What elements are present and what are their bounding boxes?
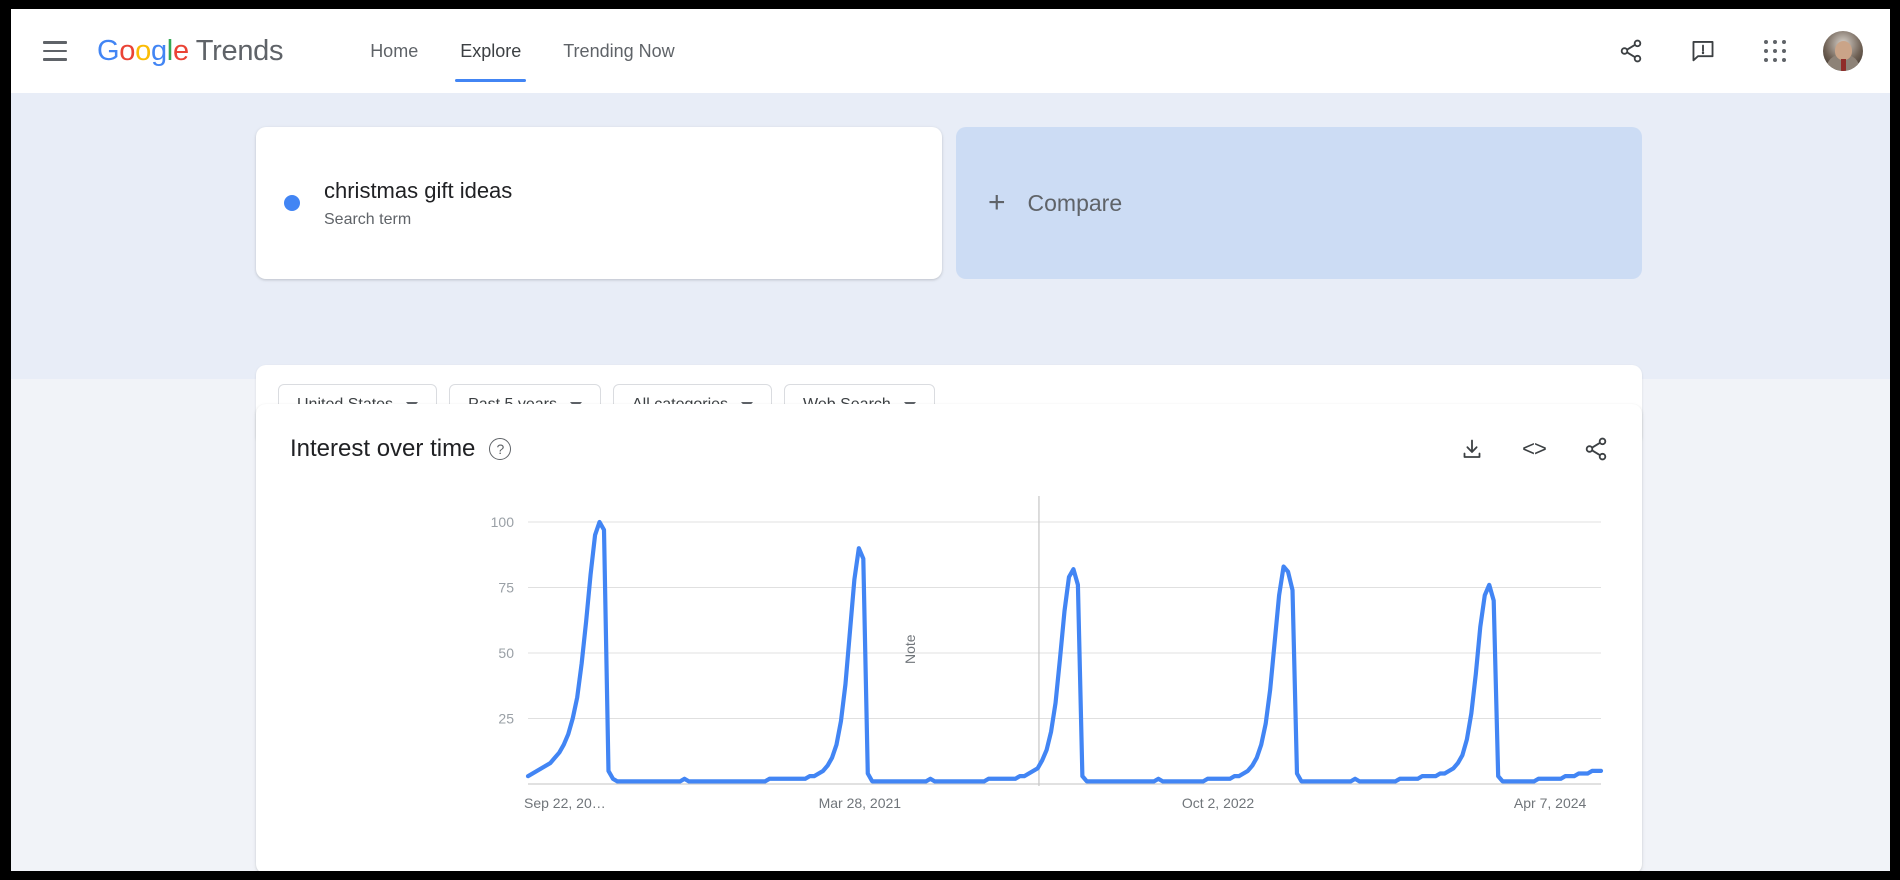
- product-name: Trends: [196, 35, 283, 68]
- compare-label: Compare: [1028, 190, 1123, 217]
- screenshot-root: Google Trends Home Explore Trending Now: [0, 0, 1900, 880]
- help-icon[interactable]: ?: [489, 438, 511, 460]
- download-icon[interactable]: [1448, 425, 1496, 473]
- x-axis-tick-label: Mar 28, 2021: [819, 795, 902, 811]
- feedback-icon[interactable]: [1679, 27, 1727, 75]
- share-chart-icon[interactable]: [1572, 425, 1620, 473]
- y-axis-tick-label: 75: [498, 580, 514, 596]
- top-bar-actions: [1607, 27, 1890, 75]
- main-navigation: Home Explore Trending Now: [349, 9, 695, 93]
- x-axis-tick-label: Apr 7, 2024: [1514, 795, 1586, 811]
- query-cards-row: christmas gift ideas Search term + Compa…: [256, 127, 1642, 279]
- query-section: christmas gift ideas Search term + Compa…: [11, 93, 1890, 379]
- y-axis-tick-label: 50: [498, 645, 514, 661]
- y-axis-tick-label: 25: [498, 711, 514, 727]
- chart-plot-area[interactable]: 25 50 75 100 Sep 22, 20… Mar 28, 2021 Oct 2, …: [256, 494, 1642, 871]
- interest-over-time-line-chart[interactable]: 25 50 75 100: [256, 494, 1642, 871]
- google-trends-logo[interactable]: Google Trends: [97, 35, 283, 68]
- nav-item-explore[interactable]: Explore: [439, 9, 542, 93]
- plus-icon: +: [988, 188, 1006, 218]
- x-axis-tick-label: Sep 22, 20…: [524, 795, 606, 811]
- interest-over-time-card: Interest over time ? <>: [256, 404, 1642, 871]
- compare-card[interactable]: + Compare: [956, 127, 1642, 279]
- nav-item-explore-label: Explore: [460, 41, 521, 62]
- chart-title: Interest over time: [290, 435, 475, 463]
- nav-item-trending-now[interactable]: Trending Now: [542, 9, 695, 93]
- user-avatar[interactable]: [1823, 31, 1863, 71]
- series-line-christmas-gift-ideas: [528, 522, 1601, 781]
- y-axis-tick-label: 100: [491, 514, 515, 530]
- hamburger-menu-icon[interactable]: [31, 27, 79, 75]
- share-icon[interactable]: [1607, 27, 1655, 75]
- nav-item-home[interactable]: Home: [349, 9, 439, 93]
- search-term-card[interactable]: christmas gift ideas Search term: [256, 127, 942, 279]
- series-color-dot: [284, 195, 300, 211]
- nav-item-home-label: Home: [370, 41, 418, 62]
- chart-card-header: Interest over time ? <>: [256, 404, 1642, 494]
- nav-item-trending-now-label: Trending Now: [563, 41, 674, 62]
- top-app-bar: Google Trends Home Explore Trending Now: [11, 9, 1890, 93]
- search-term-title: christmas gift ideas: [324, 177, 512, 205]
- apps-grid-icon[interactable]: [1751, 27, 1799, 75]
- embed-code-icon[interactable]: <>: [1510, 425, 1558, 473]
- google-trends-page: Google Trends Home Explore Trending Now: [11, 9, 1890, 871]
- chart-actions: <>: [1448, 425, 1620, 473]
- search-term-subtitle: Search term: [324, 211, 512, 229]
- x-axis-tick-label: Oct 2, 2022: [1182, 795, 1254, 811]
- embed-code-label: <>: [1522, 436, 1546, 462]
